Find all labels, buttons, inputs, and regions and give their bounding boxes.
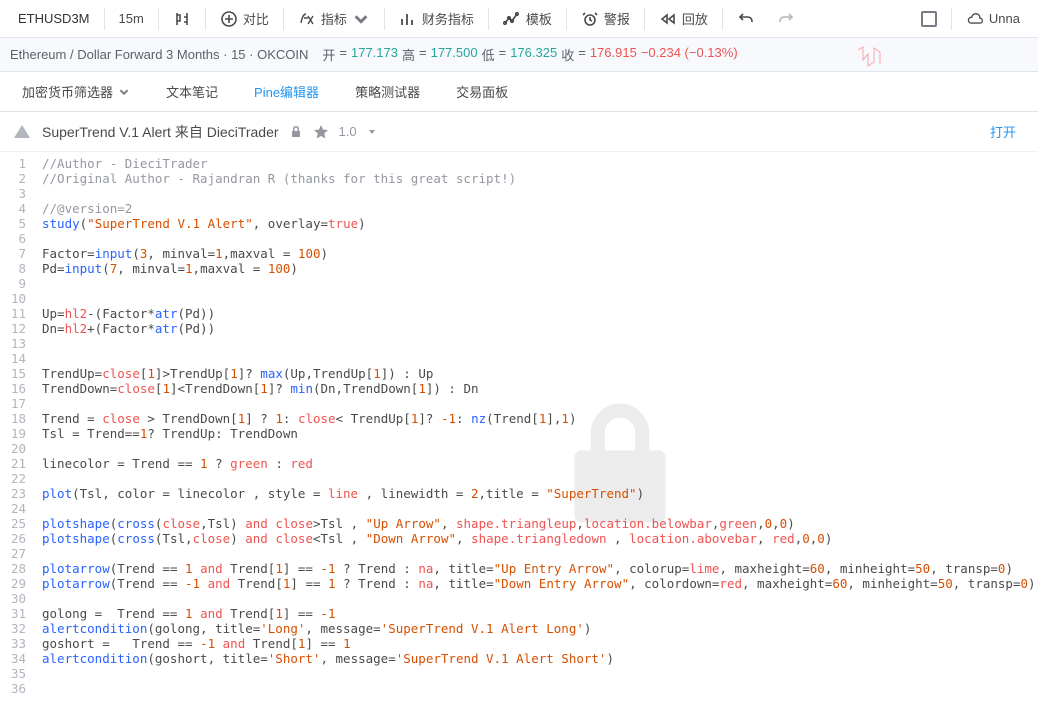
compare-button[interactable]: 对比	[210, 0, 279, 37]
graph-icon	[503, 10, 521, 28]
ohlc-panel: 开=177.173 高=177.500 低=176.325 收=176.915 …	[322, 45, 737, 64]
star-icon[interactable]	[313, 124, 329, 140]
candles-icon	[173, 10, 191, 28]
indicators-button[interactable]: 指标	[288, 0, 380, 37]
script-title: SuperTrend V.1 Alert 来自 DieciTrader	[42, 122, 279, 142]
version-label: 1.0	[339, 124, 357, 139]
fx-icon	[298, 10, 316, 28]
symbol-button[interactable]: ETHUSD3M	[8, 0, 100, 37]
open-button[interactable]: 打开	[990, 122, 1026, 141]
tab-notes[interactable]: 文本笔记	[148, 72, 236, 111]
tab-pine-editor[interactable]: Pine编辑器	[236, 72, 337, 111]
undo-button[interactable]	[727, 0, 765, 37]
tab-trading-panel[interactable]: 交易面板	[438, 72, 526, 111]
chart-style-button[interactable]	[163, 0, 201, 37]
bottom-panel-tabs: 加密货币筛选器 文本笔记 Pine编辑器 策略测试器 交易面板	[0, 72, 1038, 112]
open-label: 开	[322, 45, 335, 64]
chevron-down-icon	[118, 86, 130, 98]
rewind-icon	[659, 10, 677, 28]
low-label: 低	[482, 45, 495, 64]
high-value: 177.500	[431, 45, 478, 64]
financials-button[interactable]: 财务指标	[389, 0, 484, 37]
chart-title: Ethereum / Dollar Forward 3 Months · 15 …	[10, 47, 308, 62]
tab-screener[interactable]: 加密货币筛选器	[4, 72, 148, 111]
script-header: SuperTrend V.1 Alert 来自 DieciTrader 1.0 …	[0, 112, 1038, 152]
bar-chart-icon	[399, 10, 417, 28]
code-editor[interactable]: 1234567891011121314151617181920212223242…	[0, 152, 1038, 719]
interval-button[interactable]: 15m	[109, 0, 154, 37]
tab-strategy-tester[interactable]: 策略测试器	[337, 72, 438, 111]
chevron-down-icon	[352, 10, 370, 28]
cloud-icon	[966, 10, 984, 28]
chart-status-bar: Ethereum / Dollar Forward 3 Months · 15 …	[0, 38, 1038, 72]
save-cloud-button[interactable]: Unna	[956, 0, 1030, 37]
plus-circle-icon	[220, 10, 238, 28]
line-gutter: 1234567891011121314151617181920212223242…	[0, 152, 34, 719]
templates-button[interactable]: 模板	[493, 0, 562, 37]
mini-chart-peek	[858, 42, 938, 68]
square-icon	[921, 11, 937, 27]
redo-button[interactable]	[767, 0, 805, 37]
high-label: 高	[402, 45, 415, 64]
open-value: 177.173	[351, 45, 398, 64]
change-value: −0.234 (−0.13%)	[641, 45, 738, 64]
close-value: 176.915	[590, 45, 637, 64]
alerts-button[interactable]: 警报	[571, 0, 640, 37]
alarm-icon	[581, 10, 599, 28]
caret-down-icon[interactable]	[367, 127, 377, 137]
low-value: 176.325	[510, 45, 557, 64]
replay-button[interactable]: 回放	[649, 0, 718, 37]
redo-icon	[777, 10, 795, 28]
close-label: 收	[561, 45, 574, 64]
code-content[interactable]: //Author - DieciTrader//Original Author …	[34, 152, 1036, 719]
lock-icon	[289, 125, 303, 139]
layout-button[interactable]	[911, 0, 947, 37]
top-toolbar: ETHUSD3M 15m 对比 指标 财务指标 模板 警报 回放	[0, 0, 1038, 38]
script-icon	[12, 122, 32, 142]
undo-icon	[737, 10, 755, 28]
